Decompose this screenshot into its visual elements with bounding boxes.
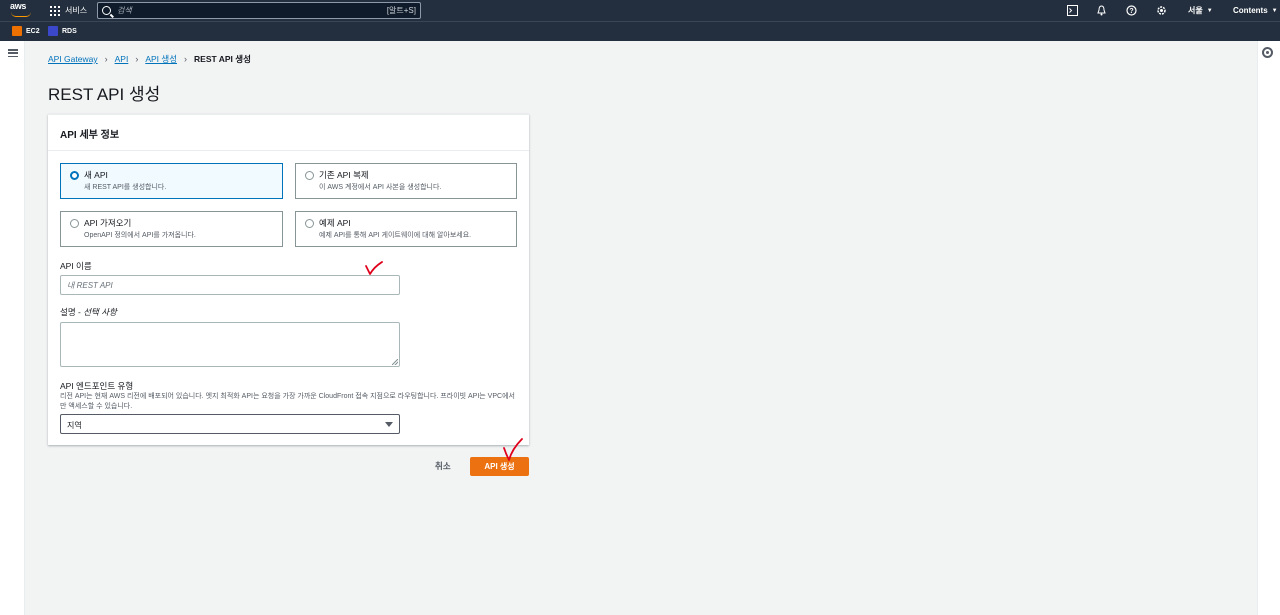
cancel-button[interactable]: 취소 [435, 460, 451, 472]
description-label-text: 설명 [60, 307, 76, 317]
favorite-rds-label: RDS [62, 27, 77, 35]
description-label: 설명 - 선택 사항 [60, 307, 117, 317]
favorite-ec2[interactable]: EC2 [12, 26, 40, 36]
radio-description: 이 AWS 계정에서 API 사본을 생성합니다. [319, 184, 442, 191]
cloudshell-icon[interactable] [1066, 4, 1079, 17]
tools-settings-icon[interactable] [1262, 47, 1273, 58]
notifications-bell-icon[interactable] [1095, 4, 1108, 17]
grid-icon [50, 5, 60, 16]
endpoint-type-label: API 엔드포인트 유형 [60, 381, 134, 391]
rds-icon [48, 26, 58, 36]
svg-text:?: ? [1129, 8, 1133, 15]
radio-description: 새 REST API를 생성합니다. [84, 184, 167, 191]
ec2-icon [12, 26, 22, 36]
breadcrumb-api[interactable]: API [115, 54, 129, 64]
breadcrumb-api-gateway[interactable]: API Gateway [48, 54, 98, 64]
breadcrumb: API Gateway › API › API 생성 › REST API 생성 [48, 53, 251, 65]
radio-clone-api[interactable]: 기존 API 복제 이 AWS 계정에서 API 사본을 생성합니다. [295, 163, 517, 199]
radio-title: 기존 API 복제 [319, 170, 369, 180]
favorites-bar: EC2 RDS [0, 21, 1280, 41]
aws-smile-icon [11, 12, 31, 17]
region-label: 서울 [1188, 6, 1203, 15]
left-navigation-rail [0, 41, 25, 615]
services-label: 서비스 [65, 6, 88, 15]
chevron-right-icon: › [135, 54, 139, 64]
search-input[interactable] [117, 6, 387, 15]
card-header: API 세부 정보 [48, 115, 529, 151]
radio-import-api[interactable]: API 가져오기 OpenAPI 정의에서 API를 가져옵니다. [60, 211, 283, 247]
menu-hamburger-icon[interactable] [8, 49, 18, 57]
api-name-input[interactable] [60, 275, 400, 295]
endpoint-type-description: 리전 API는 현재 AWS 리전에 배포되어 있습니다. 엣지 최적화 API… [60, 393, 515, 410]
search-icon [102, 6, 111, 15]
radio-title: 새 API [84, 170, 108, 180]
api-name-label: API 이름 [60, 261, 92, 271]
breadcrumb-current: REST API 생성 [194, 54, 251, 64]
radio-button-icon [70, 171, 79, 180]
create-api-button-label: API 생성 [484, 462, 515, 471]
aws-logo-text: aws [10, 1, 27, 11]
settings-gear-icon[interactable] [1155, 4, 1168, 17]
endpoint-type-value: 지역 [67, 421, 82, 430]
region-selector[interactable]: 서울 ▼ [1188, 0, 1213, 21]
radio-example-api[interactable]: 예제 API 예제 API를 통해 API 게이트웨이에 대해 알아보세요. [295, 211, 517, 247]
resize-handle-icon[interactable] [392, 359, 398, 365]
account-menu[interactable]: Contents ▼ [1233, 0, 1278, 21]
radio-title: 예제 API [319, 218, 351, 228]
chevron-right-icon: › [184, 54, 188, 64]
page-title: REST API 생성 [48, 85, 161, 104]
optional-hint: 선택 사항 [83, 307, 117, 317]
radio-description: 예제 API를 통해 API 게이트웨이에 대해 알아보세요. [319, 232, 472, 239]
chevron-right-icon: › [104, 54, 108, 64]
radio-title: API 가져오기 [84, 218, 132, 228]
endpoint-type-select[interactable]: 지역 [60, 414, 400, 434]
radio-description: OpenAPI 정의에서 API를 가져옵니다. [84, 232, 196, 239]
breadcrumb-create-api[interactable]: API 생성 [145, 53, 177, 65]
radio-new-api[interactable]: 새 API 새 REST API를 생성합니다. [60, 163, 283, 199]
create-api-button[interactable]: API 생성 [470, 457, 529, 476]
top-navigation: aws 서비스 [알트+S] ? 서울 ▼ Contents ▼ [0, 0, 1280, 21]
account-caret-icon: ▼ [1271, 7, 1278, 14]
aws-logo[interactable]: aws [10, 2, 32, 19]
api-details-card: API 세부 정보 새 API 새 REST API를 생성합니다. 기존 AP… [48, 114, 529, 445]
search-bar[interactable]: [알트+S] [97, 2, 421, 19]
description-textarea[interactable] [60, 322, 400, 367]
help-icon[interactable]: ? [1125, 4, 1138, 17]
search-shortcut-hint: [알트+S] [386, 6, 416, 15]
favorite-ec2-label: EC2 [26, 27, 40, 35]
account-label: Contents [1233, 6, 1268, 15]
radio-button-icon [305, 171, 314, 180]
radio-button-icon [70, 219, 79, 228]
dropdown-caret-icon [385, 422, 393, 427]
favorite-rds[interactable]: RDS [48, 26, 77, 36]
services-menu-button[interactable]: 서비스 [50, 0, 87, 21]
region-caret-icon: ▼ [1206, 7, 1213, 14]
right-tools-rail [1257, 41, 1280, 615]
radio-button-icon [305, 219, 314, 228]
